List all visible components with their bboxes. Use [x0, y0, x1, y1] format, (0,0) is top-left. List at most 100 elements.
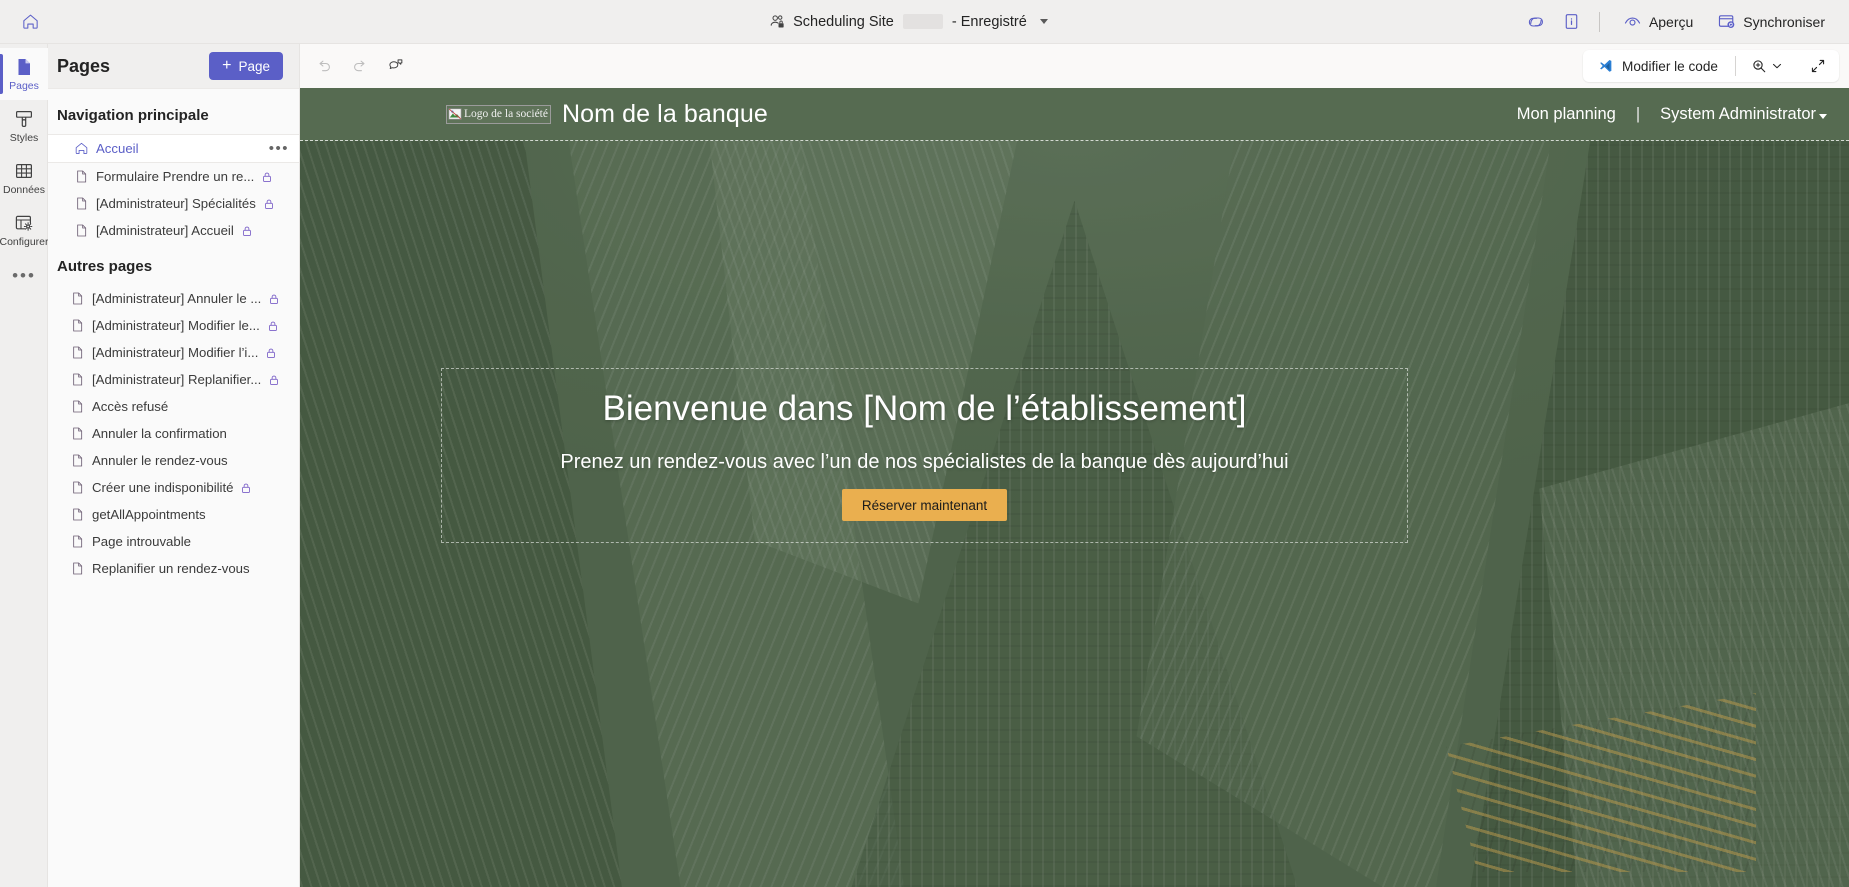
nav-user-menu[interactable]: System Administrator: [1660, 105, 1827, 124]
page-row-replanifier-un-rendez-vous[interactable]: Replanifier un rendez-vous: [48, 555, 299, 582]
rail-item-styles-label: Styles: [9, 132, 39, 144]
file-icon: [70, 345, 92, 360]
lock-icon: [268, 374, 280, 386]
preview-button[interactable]: Aperçu: [1613, 6, 1703, 38]
rail-item-configure[interactable]: Configurer: [0, 204, 49, 256]
topbar-right-region: Aperçu Synchroniser: [1519, 0, 1849, 43]
topbar-divider: [1598, 11, 1600, 32]
app-topbar: Scheduling Site - Enregistré Aperçu Sync…: [0, 0, 1849, 44]
file-icon: [74, 196, 96, 211]
file-icon: [70, 507, 92, 522]
page-label: Annuler le rendez-vous: [92, 453, 228, 468]
pages-panel: Pages + Page Navigation principale Accue…: [48, 44, 300, 887]
rail-item-data[interactable]: Données: [0, 152, 48, 204]
page-row-getallappointments[interactable]: getAllAppointments: [48, 501, 299, 528]
canvas-area: Modifier le code Logo de la société Nom …: [300, 44, 1849, 887]
group-title-main-navigation: Navigation principale: [57, 107, 209, 124]
chevron-down-icon: [1039, 19, 1048, 24]
page-row-annuler-le-rendez-vous[interactable]: Annuler le rendez-vous: [48, 447, 299, 474]
site-preview-frame: Logo de la société Nom de la banque Mon …: [300, 88, 1849, 887]
rail-item-pages[interactable]: Pages: [0, 48, 48, 100]
nav-user-label: System Administrator: [1660, 104, 1816, 123]
hero-subtitle: Prenez un rendez-vous avec l’un de nos s…: [560, 451, 1289, 473]
file-icon: [70, 561, 92, 576]
page-label: [Administrateur] Replanifier...: [92, 372, 262, 387]
info-panel-button[interactable]: [1555, 6, 1588, 38]
page-label: [Administrateur] Modifier le...: [92, 318, 260, 333]
file-icon: [70, 291, 92, 306]
hero-content-block: Bienvenue dans [Nom de l’établissement] …: [441, 368, 1408, 543]
page-label: Accueil: [96, 141, 139, 156]
copilot-button[interactable]: [1519, 6, 1553, 38]
page-row-administrateur-modifier-le[interactable]: [Administrateur] Modifier le...: [48, 312, 299, 339]
sync-button[interactable]: Synchroniser: [1707, 6, 1835, 38]
site-title-dropdown-button[interactable]: [1034, 19, 1050, 24]
add-page-button[interactable]: + Page: [209, 52, 283, 80]
vscode-icon: [1600, 59, 1612, 72]
bank-name-heading: Nom de la banque: [561, 99, 768, 128]
broken-image-glyph: [448, 108, 462, 120]
page-label: Replanifier un rendez-vous: [92, 561, 250, 576]
group-title-other-pages: Autres pages: [57, 258, 153, 275]
file-icon: [74, 169, 96, 184]
undo-button[interactable]: [308, 51, 340, 81]
lock-icon: [268, 293, 280, 305]
file-icon: [70, 426, 92, 441]
edit-code-button[interactable]: Modifier le code: [1589, 52, 1726, 80]
page-icon: [18, 59, 30, 75]
page-row-administrateur-modifier-l-indisponibilite[interactable]: [Administrateur] Modifier l’i...: [48, 339, 299, 366]
expand-canvas-button[interactable]: [1803, 52, 1833, 80]
page-row-formulaire-prendre-un-rendez-vous[interactable]: Formulaire Prendre un re...: [48, 163, 299, 190]
rail-item-pages-label: Pages: [9, 80, 39, 92]
lock-icon: [240, 482, 252, 494]
redo-icon: [354, 60, 365, 72]
page-label: Page introuvable: [92, 534, 191, 549]
page-row-administrateur-accueil[interactable]: [Administrateur] Accueil: [48, 217, 299, 244]
topbar-left-region: [0, 6, 300, 38]
chevron-down-icon: [1772, 63, 1782, 69]
zoom-control[interactable]: [1745, 52, 1789, 80]
file-icon: [70, 480, 92, 495]
page-row-administrateur-specialites[interactable]: [Administrateur] Spécialités: [48, 190, 299, 217]
logo-alt-text: Logo de la société: [464, 108, 548, 120]
page-label: Créer une indisponibilité: [92, 480, 234, 495]
home-button[interactable]: [14, 6, 46, 38]
redo-button[interactable]: [344, 51, 376, 81]
page-row-accueil[interactable]: Accueil •••: [48, 134, 299, 163]
page-row-acces-refuse[interactable]: Accès refusé: [48, 393, 299, 420]
file-icon: [70, 318, 92, 333]
page-label: [Administrateur] Spécialités: [96, 196, 256, 211]
paint-brush-icon: [15, 110, 33, 128]
lock-icon: [267, 320, 279, 332]
lock-icon: [265, 347, 277, 359]
page-row-menu-button[interactable]: •••: [263, 140, 289, 157]
file-icon: [70, 534, 92, 549]
lock-icon: [241, 225, 253, 237]
lock-icon: [263, 198, 275, 210]
sync-browser-icon: [1719, 15, 1735, 29]
page-row-administrateur-replanifier[interactable]: [Administrateur] Replanifier...: [48, 366, 299, 393]
nav-link-my-schedule[interactable]: Mon planning: [1517, 105, 1616, 124]
book-now-button[interactable]: Réserver maintenant: [841, 489, 1008, 521]
page-label: [Administrateur] Annuler le ...: [92, 291, 262, 306]
site-hero-section: Bienvenue dans [Nom de l’établissement] …: [300, 141, 1849, 887]
page-row-page-introuvable[interactable]: Page introuvable: [48, 528, 299, 555]
pages-panel-header: Pages + Page: [48, 44, 299, 89]
canvas-toolbar-left: [308, 51, 412, 81]
page-label: Annuler la confirmation: [92, 426, 227, 441]
site-header: Logo de la société Nom de la banque Mon …: [300, 88, 1849, 141]
rail-more-button[interactable]: •••: [0, 256, 48, 296]
hero-title: Bienvenue dans [Nom de l’établissement]: [602, 389, 1247, 428]
page-label: Accès refusé: [92, 399, 169, 414]
people-lock-icon: [769, 13, 786, 30]
redacted-site-suffix: [902, 14, 943, 29]
pages-panel-body: Navigation principale Accueil ••• Formul…: [48, 89, 299, 887]
lock-icon: [261, 171, 273, 183]
rail-item-styles[interactable]: Styles: [0, 100, 48, 152]
comment-button[interactable]: [380, 51, 412, 81]
page-row-creer-une-indisponibilite[interactable]: Créer une indisponibilité: [48, 474, 299, 501]
rail-item-data-label: Données: [2, 184, 46, 196]
pages-panel-title: Pages: [57, 55, 111, 76]
page-row-annuler-la-confirmation[interactable]: Annuler la confirmation: [48, 420, 299, 447]
page-row-administrateur-annuler-le[interactable]: [Administrateur] Annuler le ...: [48, 285, 299, 312]
